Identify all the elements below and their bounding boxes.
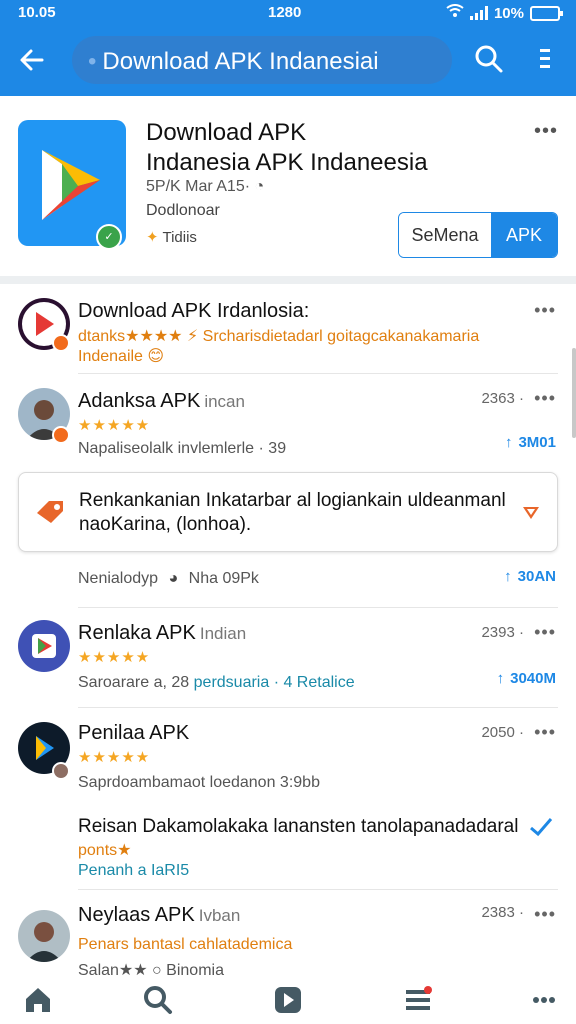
- download-count[interactable]: 3040M: [497, 670, 556, 687]
- more-icon[interactable]: •••: [534, 722, 556, 743]
- list-item[interactable]: Reisan Dakamolakaka lanansten tanolapana…: [0, 806, 576, 890]
- download-toggle[interactable]: SeMena APK: [398, 212, 558, 258]
- item-text-a: Saroarare a, 28: [78, 674, 190, 691]
- status-badge-icon: [52, 426, 70, 444]
- item-description: Saprdoambamaot loedanon 3:9bb: [78, 774, 320, 791]
- item-title-text: Neylaas APK: [78, 904, 195, 926]
- status-badge-icon: [52, 334, 70, 352]
- status-bar: 10.05 1280 10%: [0, 0, 576, 28]
- list-item[interactable]: Download APK Irdanlosia: ••• dtanks★★★★ …: [0, 284, 576, 374]
- item-count: 2383 ·: [481, 904, 524, 921]
- item-rating-text: Penars bantasl cahlatademica: [78, 936, 293, 953]
- award-icon: ✦: [146, 229, 159, 246]
- heart-icon[interactable]: [521, 503, 541, 526]
- list-item[interactable]: Nenialodyp ◕ Nha 09Pk 30AN: [0, 552, 576, 608]
- search-icon[interactable]: [142, 984, 174, 1016]
- item-text-b: Nha 09Pk: [188, 570, 259, 587]
- check-icon: [528, 816, 554, 843]
- more-icon[interactable]: •••: [534, 300, 556, 321]
- item-rating-text: dtanks★★★★ ⚡ Srcharisdietadarl goitagcak…: [78, 328, 480, 345]
- download-count[interactable]: 3M01: [505, 434, 556, 451]
- segment-left-button[interactable]: SeMena: [399, 213, 491, 257]
- list-item[interactable]: Penilaa APK 2050 · ••• ★★★★★ Saprdoambam…: [0, 708, 576, 806]
- apps-icon[interactable]: [272, 984, 304, 1016]
- item-description: Napaliseolalk invlemlerle · 39: [78, 440, 287, 457]
- item-subtitle: Ivban: [198, 906, 241, 925]
- card-text: Renkankanian Inkatarbar al logiankain ul…: [79, 489, 529, 537]
- item-rating-text: ponts★: [78, 842, 132, 859]
- featured-tag: ✦ Tidiis: [146, 228, 197, 246]
- item-note: Indenaile 😊: [78, 348, 165, 365]
- globe-icon: ◔: [254, 178, 265, 195]
- more-icon[interactable]: •••: [534, 388, 556, 409]
- item-title-text: Adanksa APK: [78, 390, 201, 412]
- list-item[interactable]: Adanksa APK incan 2363 · ••• ★★★★★ Napali…: [0, 374, 576, 472]
- more-icon[interactable]: [528, 984, 560, 1016]
- card-line1: Renkankanian Inkatarbar al logiankain ul…: [79, 490, 506, 511]
- search-icon[interactable]: [474, 44, 504, 74]
- app-bar: Download APK Indanesiai: [0, 30, 576, 90]
- item-subtitle: incan: [204, 392, 245, 411]
- top-bar: 10.05 1280 10% Download APK Indanesiai: [0, 0, 576, 96]
- item-count: 2050 ·: [481, 724, 524, 741]
- more-icon[interactable]: •••: [534, 622, 556, 643]
- tag-icon: [35, 499, 65, 530]
- search-input[interactable]: Download APK Indanesiai: [72, 36, 452, 84]
- featured-title-line1: Download APK: [146, 119, 307, 146]
- item-title-text: Renlaka APK: [78, 622, 196, 644]
- clock-icon: ◕: [168, 570, 179, 587]
- signal-icon: [469, 6, 488, 20]
- battery-percent: 10%: [493, 4, 524, 22]
- segment-apk-button[interactable]: APK: [491, 213, 557, 257]
- featured-title-line2: Indanesia APK Indaneesia: [146, 149, 428, 176]
- bottom-navigation: [0, 976, 576, 1024]
- rating-stars: ★★★★★: [78, 649, 151, 666]
- item-link[interactable]: Penanh a IaRI5: [78, 862, 189, 880]
- status-badge-icon: [52, 762, 70, 780]
- featured-meta-text: 5P/K Mar A15·: [146, 178, 251, 195]
- status-right: 10%: [446, 4, 563, 22]
- search-query: Download APK Indanesiai: [88, 48, 378, 76]
- download-count[interactable]: 30AN: [504, 568, 556, 585]
- featured-meta: 5P/K Mar A15· ◔: [146, 178, 264, 196]
- featured-developer: Dodlonoar: [146, 202, 220, 219]
- item-title: Penilaa APK: [78, 722, 190, 744]
- card-line2: naoKarina, (lonhoa).: [79, 514, 252, 535]
- list-item[interactable]: Neylaas APK Ivban 2383 · ••• Penars banta…: [0, 890, 576, 979]
- item-title: Download APK Irdanlosia:: [78, 300, 310, 322]
- featured-more-icon[interactable]: •••: [534, 120, 558, 143]
- item-description: Saroarare a, 28 perdsuaria · 4 Retalice: [78, 674, 355, 692]
- app-icon: [18, 620, 70, 672]
- item-subtitle: Indian: [199, 624, 247, 643]
- info-card[interactable]: Renkankanian Inkatarbar al logiankain ul…: [18, 472, 558, 552]
- overflow-menu-icon[interactable]: [530, 44, 560, 74]
- battery-icon: [530, 5, 563, 21]
- scrollbar[interactable]: [572, 348, 576, 438]
- list-icon[interactable]: [402, 984, 434, 1016]
- item-count: 2363 ·: [481, 390, 524, 407]
- wifi-icon: [446, 4, 464, 22]
- rating-stars: ★★★★★: [78, 749, 151, 766]
- item-description: Nenialodyp ◕ Nha 09Pk: [78, 570, 259, 588]
- item-text-teal: perdsuaria · 4 Retalice: [193, 674, 355, 691]
- featured-title: Download APK Indanesia APK Indaneesia: [146, 118, 466, 178]
- item-title: Reisan Dakamolakaka lanansten tanolapana…: [78, 816, 519, 837]
- list-item[interactable]: Renlaka APK Indian 2393 · ••• ★★★★★ Saroa…: [0, 608, 576, 708]
- item-title: Renlaka APK Indian: [78, 622, 246, 645]
- item-count: 2393 ·: [481, 624, 524, 641]
- section-divider: [0, 276, 576, 284]
- status-center-text: 1280: [268, 4, 302, 21]
- item-title: Adanksa APK incan: [78, 390, 245, 413]
- verified-badge-icon: ✓: [96, 224, 122, 250]
- rating-stars: ★★★★★: [78, 417, 151, 434]
- home-icon[interactable]: [22, 984, 54, 1016]
- back-arrow-icon[interactable]: [16, 44, 48, 76]
- avatar: [18, 910, 70, 962]
- item-title: Neylaas APK Ivban: [78, 904, 240, 927]
- status-time: 10.05: [18, 4, 56, 21]
- more-icon[interactable]: •••: [534, 904, 556, 925]
- item-text-a: Nenialodyp: [78, 570, 159, 587]
- featured-tag-text: Tidiis: [162, 229, 197, 246]
